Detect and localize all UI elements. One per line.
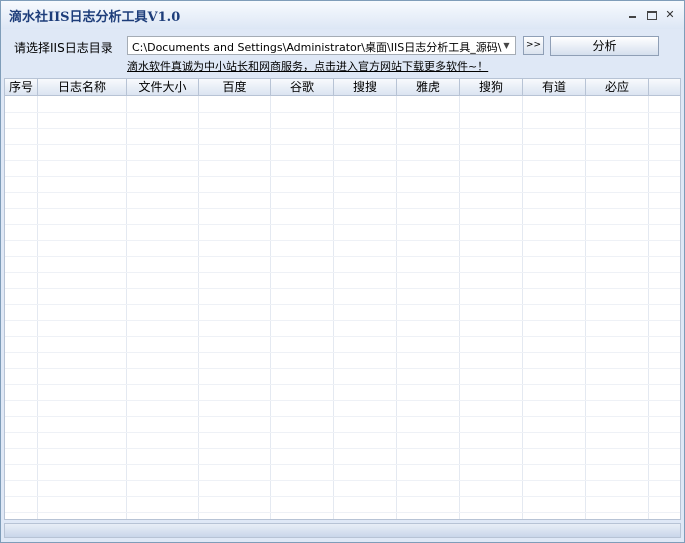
column-header-log-name[interactable]: 日志名称 bbox=[38, 79, 127, 95]
row-divider bbox=[5, 176, 680, 177]
column-header-bing[interactable]: 必应 bbox=[586, 79, 649, 95]
row-divider bbox=[5, 320, 680, 321]
row-divider bbox=[5, 112, 680, 113]
column-header-yahoo[interactable]: 雅虎 bbox=[397, 79, 460, 95]
row-divider bbox=[5, 192, 680, 193]
log-dir-path[interactable]: C:\Documents and Settings\Administrator\… bbox=[132, 39, 501, 55]
table-header: 序号 日志名称 文件大小 百度 谷歌 搜搜 雅虎 搜狗 有道 必应 bbox=[5, 79, 680, 96]
row-divider bbox=[5, 224, 680, 225]
browse-button[interactable]: >> bbox=[523, 36, 544, 55]
row-divider bbox=[5, 288, 680, 289]
row-divider bbox=[5, 512, 680, 513]
column-header-sogou[interactable]: 搜狗 bbox=[460, 79, 523, 95]
minimize-button[interactable] bbox=[625, 8, 639, 22]
column-header-youdao[interactable]: 有道 bbox=[523, 79, 586, 95]
row-divider bbox=[5, 464, 680, 465]
title-bar[interactable]: 滴水社IIS日志分析工具V1.0 ✕ bbox=[1, 1, 684, 29]
row-divider bbox=[5, 128, 680, 129]
official-site-link[interactable]: 滴水软件真诚为中小站长和网商服务，点击进入官方网站下载更多软件~！ bbox=[127, 58, 488, 74]
column-header-soso[interactable]: 搜搜 bbox=[334, 79, 397, 95]
row-divider bbox=[5, 400, 680, 401]
row-divider bbox=[5, 240, 680, 241]
table-body[interactable] bbox=[5, 96, 680, 519]
chevron-down-icon[interactable]: ▼ bbox=[498, 37, 515, 54]
row-divider bbox=[5, 208, 680, 209]
window-title: 滴水社IIS日志分析工具V1.0 bbox=[9, 10, 181, 25]
row-divider bbox=[5, 448, 680, 449]
row-divider bbox=[5, 272, 680, 273]
close-button[interactable]: ✕ bbox=[663, 8, 677, 22]
main-window: 滴水社IIS日志分析工具V1.0 ✕ 请选择IIS日志目录 C:\Documen… bbox=[0, 0, 685, 543]
column-header-google[interactable]: 谷歌 bbox=[271, 79, 334, 95]
row-divider bbox=[5, 304, 680, 305]
log-table[interactable]: 序号 日志名称 文件大小 百度 谷歌 搜搜 雅虎 搜狗 有道 必应 bbox=[4, 78, 681, 520]
column-header-baidu[interactable]: 百度 bbox=[199, 79, 271, 95]
analyze-button[interactable]: 分析 bbox=[550, 36, 659, 56]
row-divider bbox=[5, 144, 680, 145]
minimize-icon bbox=[628, 16, 636, 18]
row-divider bbox=[5, 384, 680, 385]
row-divider bbox=[5, 368, 680, 369]
row-divider bbox=[5, 160, 680, 161]
row-divider bbox=[5, 416, 680, 417]
row-divider bbox=[5, 256, 680, 257]
row-divider bbox=[5, 352, 680, 353]
row-divider bbox=[5, 480, 680, 481]
log-dir-label: 请选择IIS日志目录 bbox=[14, 41, 113, 55]
row-divider bbox=[5, 336, 680, 337]
column-header-file-size[interactable]: 文件大小 bbox=[127, 79, 199, 95]
row-divider bbox=[5, 432, 680, 433]
status-bar bbox=[4, 523, 681, 538]
maximize-button[interactable] bbox=[645, 8, 659, 22]
log-dir-combobox[interactable]: C:\Documents and Settings\Administrator\… bbox=[127, 36, 516, 55]
column-header-index[interactable]: 序号 bbox=[5, 79, 38, 95]
row-divider bbox=[5, 496, 680, 497]
maximize-icon bbox=[647, 11, 657, 20]
